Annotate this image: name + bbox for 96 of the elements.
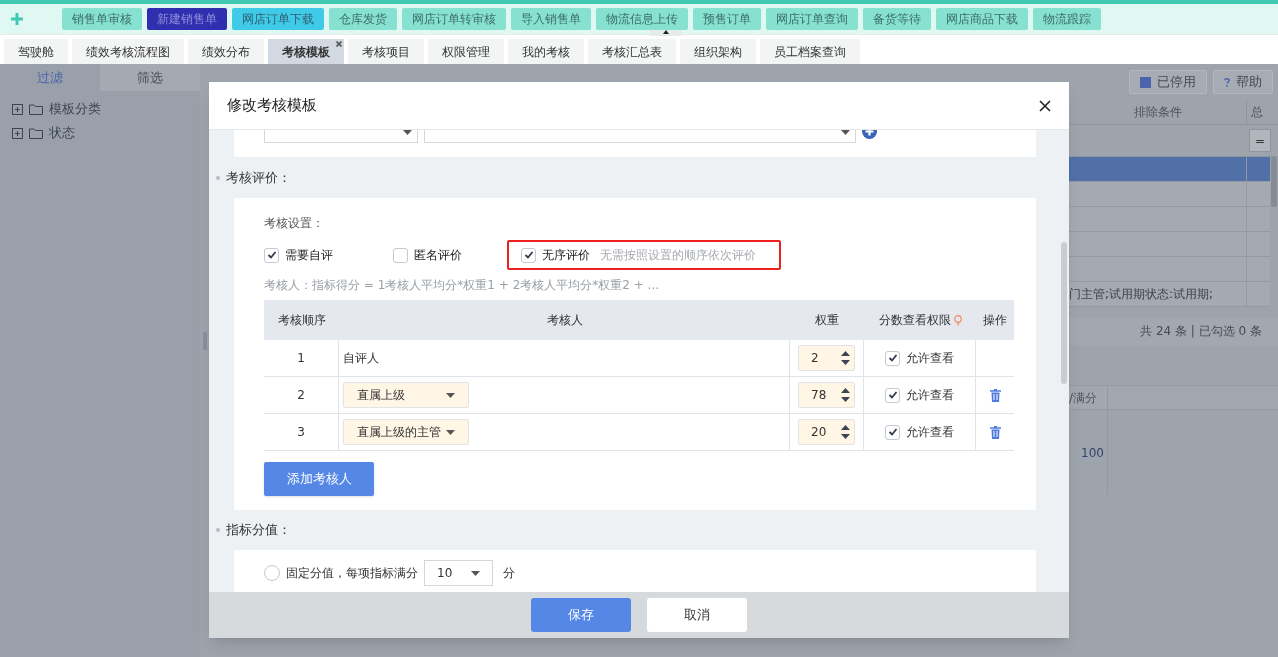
- tab[interactable]: 权限管理: [428, 39, 504, 64]
- checkbox-label[interactable]: 匿名评价: [414, 246, 462, 264]
- table-cell-text: 门主管;试用期状态:试用期;: [1069, 286, 1214, 303]
- section-heading: 考核评价：: [226, 168, 291, 187]
- tab[interactable]: 绩效考核流程图: [72, 39, 184, 64]
- shortcut-button[interactable]: 网店订单下载: [232, 8, 324, 30]
- check-icon: [266, 250, 277, 260]
- close-icon[interactable]: [1039, 99, 1051, 112]
- shortcut-button[interactable]: 仓库发货: [329, 8, 397, 30]
- checkbox[interactable]: [885, 424, 900, 440]
- checkbox[interactable]: [521, 247, 536, 263]
- question-icon: [1224, 77, 1230, 87]
- hint-text: 无需按照设置的顺序依次评价: [600, 247, 756, 264]
- trash-icon[interactable]: [989, 388, 1001, 402]
- sidebar-tab[interactable]: 筛选: [100, 64, 200, 91]
- expand-icon[interactable]: [12, 127, 23, 139]
- folder-icon: [29, 103, 43, 115]
- check-icon: [887, 353, 898, 363]
- checkbox-label[interactable]: 无序评价: [542, 246, 590, 264]
- select-field[interactable]: 直属上级: [343, 382, 469, 408]
- shortcut-button[interactable]: 网店订单查询: [766, 8, 858, 30]
- collapse-handle[interactable]: [650, 30, 682, 36]
- shortcut-button[interactable]: 物流信息上传: [596, 8, 688, 30]
- checkbox[interactable]: [885, 350, 900, 366]
- add-reviewer-button[interactable]: 添加考核人: [264, 462, 374, 496]
- select-field[interactable]: 直属上级的主管: [343, 419, 469, 445]
- caret-icon: [403, 130, 412, 135]
- checkbox-label[interactable]: 允许查看: [906, 386, 954, 404]
- tab[interactable]: 员工档案查询: [760, 39, 860, 64]
- tab[interactable]: 考核项目: [348, 39, 424, 64]
- select-field[interactable]: 10: [424, 560, 493, 586]
- tab[interactable]: 考核模板: [268, 39, 344, 64]
- checkbox[interactable]: [393, 247, 408, 263]
- operator-button[interactable]: =: [1249, 129, 1271, 152]
- bullet-icon: [216, 528, 220, 532]
- scrollbar[interactable]: [1061, 242, 1067, 384]
- shortcut-button[interactable]: 备货等待: [863, 8, 931, 30]
- tree-item[interactable]: 状态: [49, 123, 75, 143]
- tab[interactable]: 驾驶舱: [4, 39, 68, 64]
- section-heading: 指标分值：: [226, 521, 291, 540]
- checkbox-label[interactable]: 允许查看: [906, 423, 954, 441]
- square-icon: [1140, 76, 1151, 88]
- shortcut-button[interactable]: 导入销售单: [511, 8, 591, 30]
- check-icon: [887, 427, 898, 437]
- tree-item[interactable]: 模板分类: [49, 99, 101, 119]
- checkbox[interactable]: [264, 247, 279, 263]
- dialog-title: 修改考核模板: [227, 95, 317, 117]
- unit-label: 分: [503, 565, 515, 582]
- column-header: 考核顺序: [277, 312, 326, 329]
- checkbox-label[interactable]: 需要自评: [285, 246, 333, 264]
- checkbox[interactable]: [885, 387, 900, 403]
- number-field[interactable]: 78: [798, 382, 855, 408]
- checkbox-label[interactable]: 允许查看: [906, 349, 954, 367]
- tab[interactable]: 我的考核: [508, 39, 584, 64]
- shortcut-button[interactable]: 预售订单: [693, 8, 761, 30]
- scrollbar[interactable]: [1271, 157, 1277, 207]
- record-count: 共 24 条 | 已勾选 0 条: [1140, 323, 1262, 340]
- shortcut-button[interactable]: 销售单审核: [62, 8, 142, 30]
- shortcut-button[interactable]: 网店订单转审核: [402, 8, 506, 30]
- column-header: 分数查看权限: [878, 312, 951, 329]
- caret-icon: [446, 429, 455, 435]
- check-icon: [523, 250, 534, 260]
- folder-icon: [29, 127, 43, 139]
- column-header: 权重: [815, 312, 839, 329]
- shortcut-button[interactable]: 物流跟踪: [1033, 8, 1101, 30]
- column-header: 操作: [983, 312, 1007, 329]
- table-cell-text: 自评人: [343, 350, 379, 367]
- radio-label[interactable]: 固定分值，每项指标满分: [286, 564, 418, 582]
- column-header: 考核人: [546, 312, 583, 329]
- stepper-icon[interactable]: [841, 387, 850, 403]
- number-field[interactable]: 20: [798, 419, 855, 445]
- table-cell-text: 3: [297, 424, 305, 441]
- field-label: 考核设置：: [264, 215, 325, 232]
- tab[interactable]: 组织架构: [680, 39, 756, 64]
- trash-icon[interactable]: [989, 425, 1001, 439]
- tab[interactable]: 绩效分布: [188, 39, 264, 64]
- check-icon: [887, 390, 898, 400]
- tab[interactable]: 考核汇总表: [588, 39, 676, 64]
- caret-icon: [471, 570, 480, 576]
- help-button[interactable]: 帮助: [1213, 70, 1273, 94]
- expand-icon[interactable]: [12, 103, 23, 115]
- cancel-button[interactable]: 取消: [647, 598, 747, 632]
- formula-text: 考核人：指标得分 = 1考核人平均分*权重1 + 2考核人平均分*权重2 + ...: [264, 277, 661, 294]
- stepper-icon[interactable]: [841, 424, 850, 440]
- shortcut-button[interactable]: 网店商品下载: [936, 8, 1028, 30]
- table-cell-text: 2: [297, 387, 305, 404]
- column-header: 总: [1250, 104, 1264, 121]
- table-row[interactable]: 门主管;试用期状态:试用期;: [1069, 282, 1270, 307]
- bullet-icon: [216, 175, 220, 180]
- caret-icon: [841, 130, 850, 135]
- stepper-icon[interactable]: [841, 350, 850, 366]
- bulb-icon: [953, 314, 962, 326]
- number-field[interactable]: 2: [798, 345, 855, 371]
- save-button[interactable]: 保存: [531, 598, 631, 632]
- table-cell-text: 1: [297, 350, 305, 367]
- caret-icon: [446, 392, 455, 398]
